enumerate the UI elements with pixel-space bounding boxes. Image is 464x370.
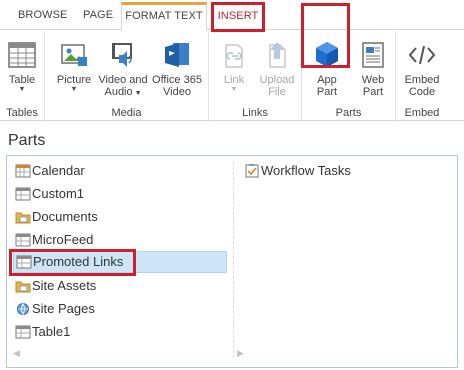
embed-code-label-line1: Embed [404, 74, 440, 86]
ribbon: Table ▼ Tables Picture ▼ Video and Audio… [0, 31, 464, 121]
library-icon [15, 281, 31, 293]
link-button[interactable]: Link ▼ [213, 35, 255, 94]
library-icon [15, 212, 31, 224]
table-icon [8, 42, 36, 68]
video-audio-label-line2: Audio [104, 86, 133, 98]
scroll-left-icon[interactable]: ◀ [13, 348, 20, 359]
list-item-label: Calendar [32, 163, 85, 178]
app-part-label-line2: Part [316, 86, 338, 98]
list-icon [15, 325, 31, 339]
list-item-calendar[interactable]: Calendar [15, 161, 225, 181]
tasks-icon [245, 164, 259, 178]
video-audio-button[interactable]: Video and Audio ▼ [98, 35, 148, 100]
list-item-site-assets[interactable]: Site Assets [15, 276, 225, 296]
office-365-label-line2: Video [163, 86, 191, 98]
group-label-tables: Tables [6, 107, 38, 119]
video-audio-icon [112, 43, 132, 67]
parts-heading: Parts [8, 132, 46, 149]
list-item-label: Custom1 [32, 186, 85, 201]
video-audio-label-line1: Video and [98, 74, 148, 86]
list-item-microfeed[interactable]: MicroFeed [15, 230, 225, 250]
chevron-down-icon: ▼ [230, 86, 238, 93]
ribbon-group-tables: Table ▼ Tables [0, 31, 45, 121]
ribbon-tab-bar: BROWSE PAGE FORMAT TEXT INSERT [0, 0, 464, 32]
list-item-label: Site Assets [32, 278, 97, 293]
office-365-video-icon [165, 43, 189, 67]
promoted-links-highlight [9, 249, 136, 276]
group-label-links: Links [242, 107, 268, 119]
list-item-label: Documents [32, 209, 98, 224]
list-item-custom1[interactable]: Custom1 [15, 184, 225, 204]
embed-code-button[interactable]: Embed Code [401, 35, 443, 98]
ribbon-group-links: Link ▼ Upload File Links [209, 31, 302, 121]
list-icon [15, 233, 31, 247]
calendar-icon [15, 164, 31, 178]
table-button-label: Table [8, 74, 36, 86]
group-label-media: Media [111, 107, 142, 119]
scroll-right-icon[interactable]: ▶ [237, 348, 244, 359]
wiki-icon [17, 303, 29, 315]
app-part-highlight [301, 3, 350, 68]
app-part-label-line1: App [317, 74, 337, 86]
chevron-down-icon: ▼ [70, 86, 78, 93]
ribbon-group-media: Picture ▼ Video and Audio ▼ Office 365 V… [45, 31, 209, 121]
tab-insert[interactable]: INSERT [211, 2, 265, 32]
group-label-parts: Parts [335, 107, 362, 119]
tab-page[interactable]: PAGE [83, 9, 113, 21]
upload-file-button[interactable]: Upload File [256, 35, 298, 98]
office-365-label-line1: Office 365 [152, 74, 202, 86]
office-365-video-button[interactable]: Office 365 Video [151, 35, 203, 98]
list-item-label: Workflow Tasks [261, 163, 351, 178]
list-item-table1[interactable]: Table1 [15, 322, 225, 342]
picture-icon [61, 44, 87, 66]
upload-icon [269, 42, 286, 68]
list-item-label: Site Pages [32, 301, 95, 316]
list-item-label: Table1 [32, 324, 71, 339]
tab-browse[interactable]: BROWSE [18, 9, 68, 21]
picture-button-label: Picture [56, 74, 92, 86]
web-part-button[interactable]: Web Part [352, 35, 394, 98]
upload-file-label-line2: File [268, 86, 286, 98]
list-item-label: MicroFeed [32, 232, 94, 247]
ribbon-group-embed: Embed Code Embed [396, 31, 448, 121]
web-part-icon [362, 42, 384, 68]
picture-button[interactable]: Picture ▼ [53, 35, 95, 94]
list-icon [15, 187, 31, 201]
web-part-label-line2: Part [362, 86, 384, 98]
link-button-label: Link [223, 74, 245, 86]
embed-code-icon [408, 45, 436, 65]
table-button[interactable]: Table ▼ [1, 35, 43, 94]
list-item-workflow-tasks[interactable]: Workflow Tasks [244, 161, 444, 181]
upload-file-label-line1: Upload [259, 74, 295, 86]
chevron-down-icon: ▼ [132, 90, 142, 97]
embed-code-label-line2: Code [408, 86, 436, 98]
list-item-documents[interactable]: Documents [15, 207, 225, 227]
tab-format-text[interactable]: FORMAT TEXT [121, 2, 207, 31]
group-label-embed: Embed [404, 107, 440, 119]
column-divider [233, 162, 234, 358]
list-item-site-pages[interactable]: Site Pages [15, 299, 225, 319]
web-part-label-line1: Web [361, 74, 385, 86]
link-icon [225, 44, 243, 68]
chevron-down-icon: ▼ [18, 86, 26, 93]
